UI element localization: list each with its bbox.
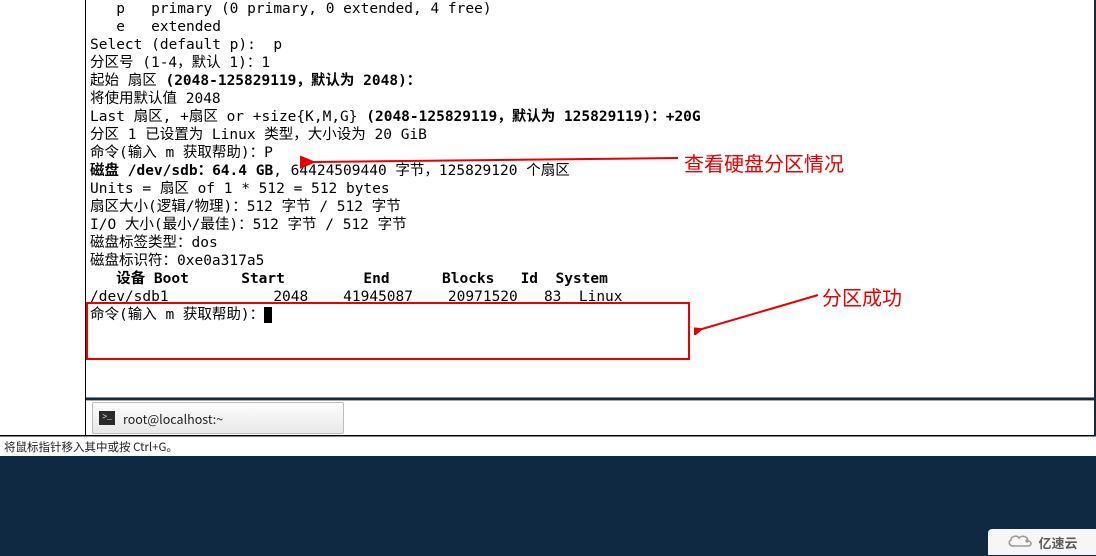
annotation-view-partition: 查看硬盘分区情况 (684, 148, 844, 177)
term-line: e extended (86, 18, 1094, 36)
term-line: 磁盘 /dev/sdb：64.4 GB, 64424509440 字节，1258… (86, 162, 1094, 180)
outer-window-edge (0, 0, 86, 436)
taskbar-item-label: root@localhost:~ (123, 409, 223, 428)
term-prompt-line: 命令(输入 m 获取帮助)： (86, 306, 1094, 324)
term-line: 分区号 (1-4，默认 1)：1 (86, 54, 1094, 72)
taskbar-item-terminal[interactable]: root@localhost:~ (92, 402, 344, 434)
taskbar: root@localhost:~ (86, 400, 1094, 436)
watermark-logo-icon (1006, 533, 1034, 551)
term-line: 起始 扇区 (2048-125829119，默认为 2048)： (86, 72, 1094, 90)
term-line: Select (default p): p (86, 36, 1094, 54)
term-line: 将使用默认值 2048 (86, 90, 1094, 108)
terminal-output[interactable]: p primary (0 primary, 0 extended, 4 free… (86, 0, 1094, 398)
cursor (264, 307, 272, 323)
watermark-text: 亿速云 (1038, 533, 1077, 552)
partition-table-row: /dev/sdb1 2048 41945087 20971520 83 Linu… (86, 288, 1094, 306)
term-line: I/O 大小(最小/最佳)：512 字节 / 512 字节 (86, 216, 1094, 234)
term-line: 磁盘标签类型：dos (86, 234, 1094, 252)
partition-table-header: 设备 Boot Start End Blocks Id System (86, 270, 1094, 288)
term-line: Last 扇区, +扇区 or +size{K,M,G} (2048-12582… (86, 108, 1094, 126)
term-line: 磁盘标识符：0xe0a317a5 (86, 252, 1094, 270)
term-line: 分区 1 已设置为 Linux 类型，大小设为 20 GiB (86, 126, 1094, 144)
annotation-partition-success: 分区成功 (822, 282, 902, 311)
terminal-icon (99, 411, 115, 425)
vm-hint-bar: 将鼠标指针移入其中或按 Ctrl+G。 (0, 436, 1096, 456)
term-line: 命令(输入 m 获取帮助)：P (86, 144, 1094, 162)
term-line: Units = 扇区 of 1 * 512 = 512 bytes (86, 180, 1094, 198)
watermark: 亿速云 (988, 529, 1096, 555)
term-line: 扇区大小(逻辑/物理)：512 字节 / 512 字节 (86, 198, 1094, 216)
term-line: p primary (0 primary, 0 extended, 4 free… (86, 0, 1094, 18)
desktop-background (0, 456, 1096, 556)
